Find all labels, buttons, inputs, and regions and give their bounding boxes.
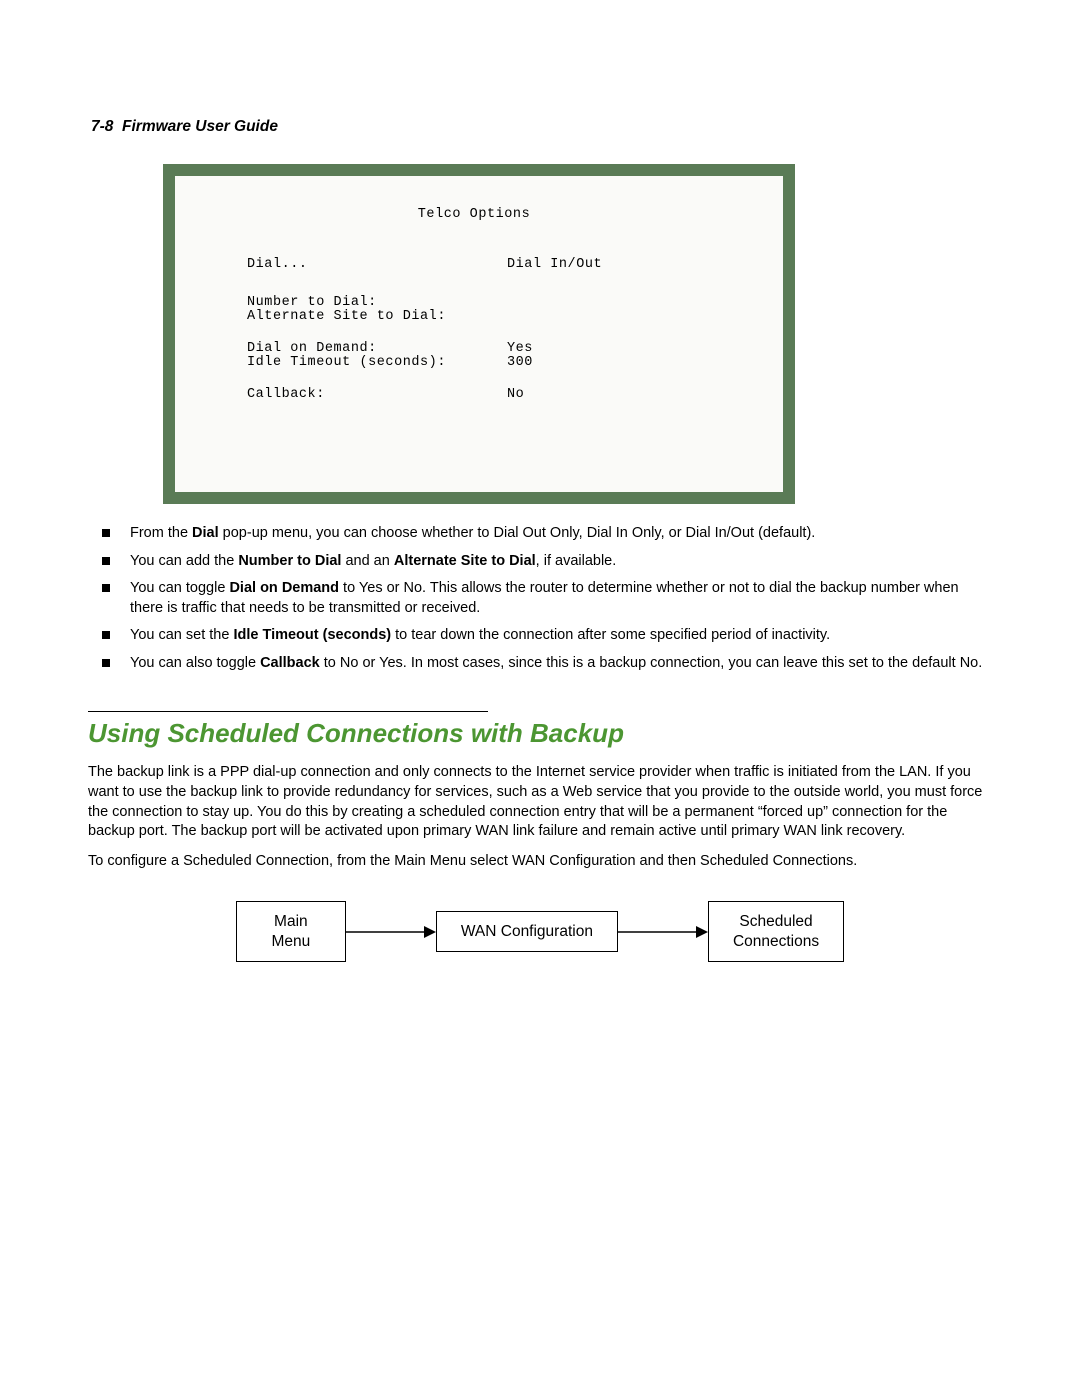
- bullet-icon: [102, 584, 110, 592]
- flow-box-2-label: WAN Configuration: [461, 923, 593, 940]
- flow-box-1-line-1: Main: [274, 913, 308, 930]
- terminal-label: Number to Dial:: [247, 296, 507, 310]
- terminal-label: Dial...: [247, 258, 507, 272]
- terminal-row: Idle Timeout (seconds):300: [247, 356, 747, 370]
- list-item-text: You can add the Number to Dial and an Al…: [130, 552, 992, 572]
- section-paragraph-2: To configure a Scheduled Connection, fro…: [88, 852, 992, 872]
- terminal-value: No: [507, 388, 524, 402]
- terminal-screen: Telco Options Dial...Dial In/Out Number t…: [163, 164, 795, 504]
- section-heading: Using Scheduled Connections with Backup: [88, 718, 992, 749]
- flow-box-3-line-2: Connections: [733, 933, 819, 950]
- list-item: You can also toggle Callback to No or Ye…: [88, 654, 992, 674]
- terminal-value: 300: [507, 356, 533, 370]
- bullet-list: From the Dial pop-up menu, you can choos…: [88, 524, 992, 673]
- terminal-row: Alternate Site to Dial:: [247, 310, 747, 324]
- terminal-value: Yes: [507, 342, 533, 356]
- navigation-flow-diagram: Main Menu WAN Configuration Scheduled Co…: [88, 901, 992, 962]
- bullet-icon: [102, 529, 110, 537]
- list-item-text: You can toggle Dial on Demand to Yes or …: [130, 579, 992, 618]
- flow-box-3-line-1: Scheduled: [739, 913, 812, 930]
- terminal-label: Idle Timeout (seconds):: [247, 356, 507, 370]
- list-item-text: From the Dial pop-up menu, you can choos…: [130, 524, 992, 544]
- terminal-row: Callback:No: [247, 388, 747, 402]
- list-item-text: You can also toggle Callback to No or Ye…: [130, 654, 992, 674]
- list-item: From the Dial pop-up menu, you can choos…: [88, 524, 992, 544]
- page-header: 7-8 Firmware User Guide: [91, 118, 992, 136]
- flow-box-main-menu: Main Menu: [236, 901, 346, 962]
- arrow-icon: [618, 922, 708, 942]
- flow-box-wan-configuration: WAN Configuration: [436, 911, 618, 952]
- list-item: You can toggle Dial on Demand to Yes or …: [88, 579, 992, 618]
- list-item-text: You can set the Idle Timeout (seconds) t…: [130, 626, 992, 646]
- list-item: You can add the Number to Dial and an Al…: [88, 552, 992, 572]
- terminal-label: Callback:: [247, 388, 507, 402]
- terminal-label: Dial on Demand:: [247, 342, 507, 356]
- list-item: You can set the Idle Timeout (seconds) t…: [88, 626, 992, 646]
- terminal-row: Dial...Dial In/Out: [247, 258, 747, 272]
- terminal-title: Telco Options: [201, 208, 747, 222]
- terminal-value: Dial In/Out: [507, 258, 602, 272]
- document-page: 7-8 Firmware User Guide Telco Options Di…: [0, 0, 1080, 1397]
- flow-box-1-line-2: Menu: [271, 933, 310, 950]
- section-rule: [88, 711, 488, 712]
- terminal-label: Alternate Site to Dial:: [247, 310, 507, 324]
- page-title: Firmware User Guide: [122, 118, 278, 135]
- bullet-icon: [102, 659, 110, 667]
- terminal-screenshot: Telco Options Dial...Dial In/Out Number t…: [163, 164, 795, 504]
- bullet-icon: [102, 631, 110, 639]
- page-number: 7-8: [91, 118, 113, 135]
- gap: [247, 324, 747, 342]
- flow-box-scheduled-connections: Scheduled Connections: [708, 901, 844, 962]
- terminal-row: Number to Dial:: [247, 296, 747, 310]
- terminal-row: Dial on Demand:Yes: [247, 342, 747, 356]
- section-paragraph-1: The backup link is a PPP dial-up connect…: [88, 763, 992, 841]
- bullet-icon: [102, 557, 110, 565]
- terminal-rows: Dial...Dial In/Out Number to Dial:Alterna…: [247, 258, 747, 402]
- arrow-icon: [346, 922, 436, 942]
- gap: [247, 370, 747, 388]
- gap: [247, 272, 747, 296]
